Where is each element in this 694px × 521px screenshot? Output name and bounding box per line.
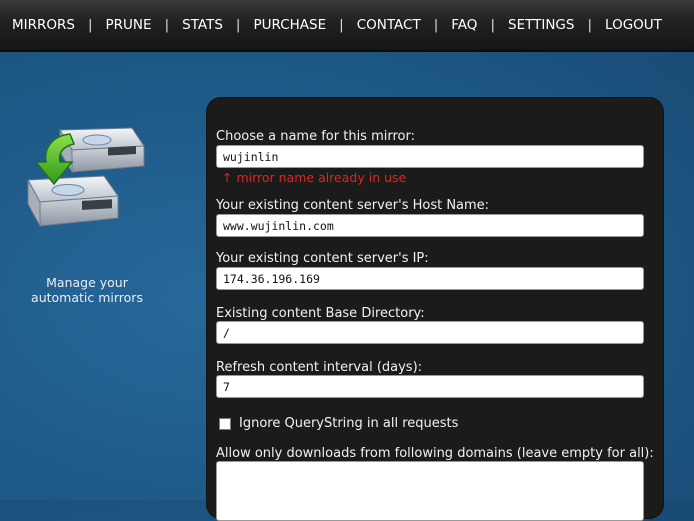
nav-separator: | [433,17,439,33]
nav-separator: | [87,17,93,33]
allowed-domains-label: Allow only downloads from following doma… [216,446,654,461]
nav-purchase[interactable]: PURCHASE [253,17,326,33]
nav-separator: | [235,17,241,33]
host-name-input[interactable] [216,214,644,237]
nav-separator: | [587,17,593,33]
mirror-name-error: ↑ mirror name already in use [222,170,407,185]
nav-logout[interactable]: LOGOUT [605,17,662,33]
nav-faq[interactable]: FAQ [451,17,477,33]
ignore-querystring-checkbox[interactable] [219,417,231,430]
base-directory-label: Existing content Base Directory: [216,306,425,321]
nav-settings[interactable]: SETTINGS [508,17,574,33]
top-navigation: MIRRORS | PRUNE | STATS | PURCHASE | CON… [0,0,694,52]
nav-separator: | [490,17,495,33]
server-ip-input[interactable] [216,267,644,290]
nav-separator: | [164,17,170,33]
nav-prune[interactable]: PRUNE [106,17,152,33]
refresh-interval-input[interactable] [216,375,644,398]
nav-mirrors[interactable]: MIRRORS [12,17,75,33]
ignore-querystring-row: Ignore QueryString in all requests [219,416,458,431]
sidebar-caption: Manage your automatic mirrors [31,275,143,305]
host-name-label: Your existing content server's Host Name… [216,198,490,213]
nav-stats[interactable]: STATS [182,17,223,33]
refresh-interval-label: Refresh content interval (days): [216,360,423,375]
nav-separator: | [339,17,344,33]
mirror-name-label: Choose a name for this mirror: [216,129,415,144]
server-ip-label: Your existing content server's IP: [216,251,429,266]
nav-contact[interactable]: CONTACT [357,17,421,33]
allowed-domains-textarea[interactable] [216,461,644,521]
base-directory-input[interactable] [216,321,644,344]
mirror-name-input[interactable] [216,145,644,168]
mirror-drives-icon [27,127,145,227]
ignore-querystring-label: Ignore QueryString in all requests [239,416,459,431]
